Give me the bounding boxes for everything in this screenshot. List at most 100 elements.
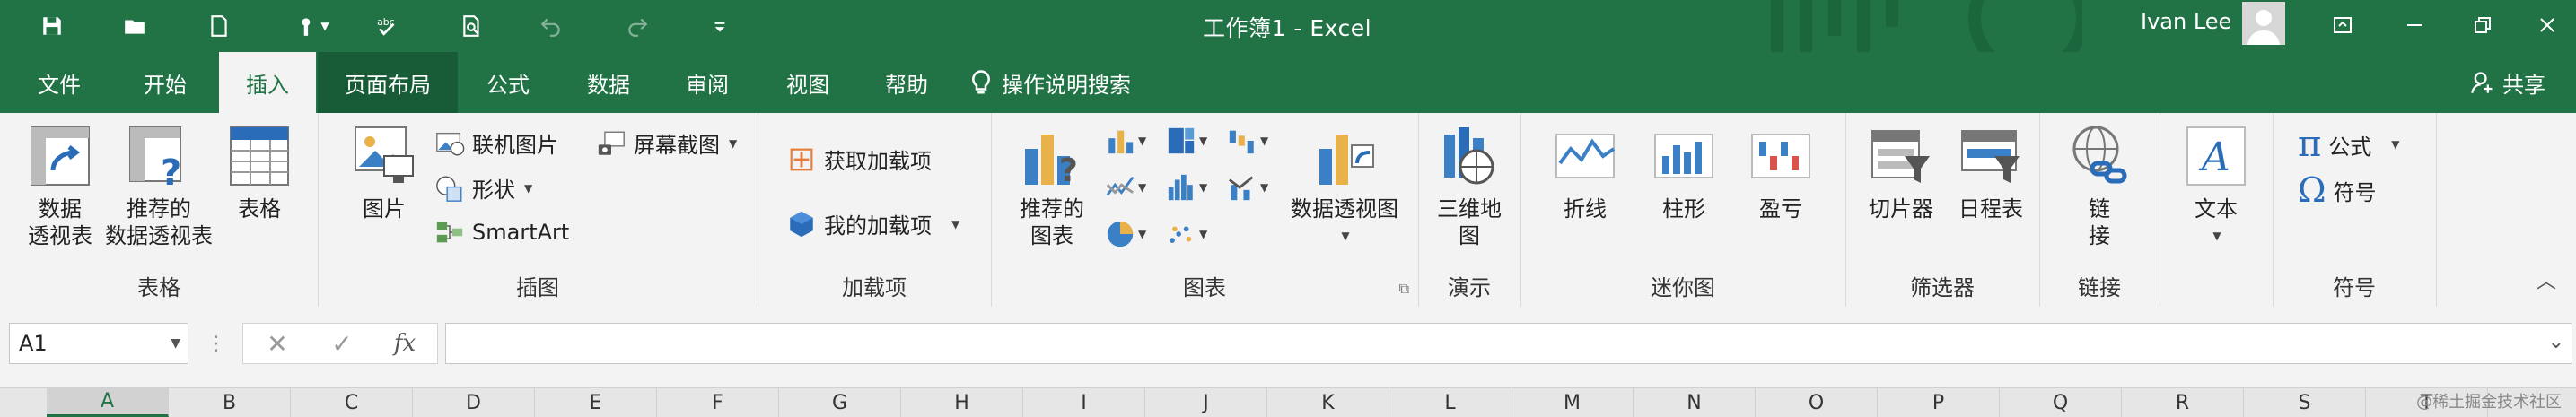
- shapes-button[interactable]: 形状 ▼: [434, 172, 532, 204]
- column-header-r[interactable]: R: [2122, 388, 2244, 417]
- formula-bar-grip-icon[interactable]: ⋮: [203, 323, 230, 364]
- group-label-tables: 表格: [137, 275, 180, 300]
- text-icon: A: [2186, 126, 2246, 186]
- column-header-o[interactable]: O: [1756, 388, 1878, 417]
- svg-text:?: ?: [161, 152, 181, 188]
- hierarchy-chart-dropdown[interactable]: ▼: [1165, 124, 1210, 158]
- tab-home[interactable]: 开始: [122, 52, 208, 113]
- column-header-a[interactable]: A: [47, 388, 169, 417]
- undo-icon[interactable]: [531, 9, 571, 43]
- statistic-chart-dropdown[interactable]: ▼: [1165, 170, 1210, 204]
- table-label: 表格: [238, 196, 281, 222]
- tab-data[interactable]: 数据: [565, 52, 652, 113]
- formula-input[interactable]: ⌄: [445, 323, 2572, 364]
- recommended-charts-button[interactable]: ? 推荐的 图表: [1009, 124, 1095, 249]
- touch-mode-icon[interactable]: ▼: [285, 9, 339, 43]
- user-name[interactable]: Ivan Lee: [2141, 9, 2231, 34]
- tab-file[interactable]: 文件: [16, 52, 102, 113]
- pivot-table-button[interactable]: 数据 透视表: [22, 124, 99, 249]
- save-icon[interactable]: [32, 9, 72, 43]
- my-addins-button[interactable]: 我的加载项 ▼: [786, 208, 959, 239]
- cancel-icon[interactable]: ✕: [257, 323, 298, 364]
- column-header-l[interactable]: L: [1389, 388, 1511, 417]
- column-header-p[interactable]: P: [1878, 388, 2000, 417]
- column-header-q[interactable]: Q: [2000, 388, 2122, 417]
- pictures-button[interactable]: 图片: [341, 124, 427, 222]
- tell-me-search[interactable]: 操作说明搜索: [968, 52, 1131, 113]
- expand-formula-bar-icon[interactable]: ⌄: [2548, 331, 2564, 353]
- close-icon[interactable]: [2529, 9, 2565, 41]
- screenshot-button[interactable]: 屏幕截图 ▼: [596, 127, 737, 159]
- link-button[interactable]: 链 接: [2059, 124, 2140, 249]
- watermark: @稀土掘金技术社区: [2416, 393, 2562, 412]
- recommended-pivot-button[interactable]: ? 推荐的 数据透视表: [101, 124, 217, 249]
- tab-insert[interactable]: 插入: [219, 52, 316, 113]
- redo-icon[interactable]: [618, 9, 657, 43]
- group-symbols: π 公式 ▼ Ω 符号 符号: [2273, 113, 2437, 307]
- lightbulb-icon: [972, 70, 990, 94]
- insert-function-icon[interactable]: fx: [384, 323, 425, 364]
- sparkline-column-button[interactable]: 柱形: [1648, 124, 1720, 222]
- scatter-chart-dropdown[interactable]: ▼: [1165, 217, 1210, 251]
- ribbon-display-options-icon[interactable]: [2325, 9, 2361, 41]
- name-box[interactable]: A1 ▼: [9, 323, 188, 364]
- restore-icon[interactable]: [2465, 9, 2501, 41]
- column-header-h[interactable]: H: [901, 388, 1023, 417]
- line-chart-dropdown[interactable]: ▼: [1104, 170, 1149, 204]
- collapse-ribbon-icon[interactable]: ︿: [2537, 265, 2556, 294]
- sparkline-line-button[interactable]: 折线: [1549, 124, 1621, 222]
- column-header-m[interactable]: M: [1511, 388, 1634, 417]
- column-header-f[interactable]: F: [657, 388, 779, 417]
- open-folder-icon[interactable]: [115, 9, 154, 43]
- column-header-b[interactable]: B: [169, 388, 291, 417]
- column-header-n[interactable]: N: [1634, 388, 1756, 417]
- name-box-dropdown-icon[interactable]: ▼: [171, 336, 180, 351]
- tab-view[interactable]: 视图: [765, 52, 851, 113]
- waterfall-chart-icon: [1229, 130, 1254, 154]
- waterfall-chart-dropdown[interactable]: ▼: [1226, 124, 1271, 158]
- pivot-chart-icon: [1319, 135, 1374, 185]
- column-header-k[interactable]: K: [1267, 388, 1389, 417]
- tab-review[interactable]: 审阅: [664, 52, 750, 113]
- recommended-pivot-icon: ?: [129, 126, 181, 188]
- timeline-button[interactable]: 日程表: [1946, 124, 2036, 222]
- new-document-icon[interactable]: [199, 9, 239, 43]
- tab-help[interactable]: 帮助: [863, 52, 950, 113]
- symbol-button[interactable]: Ω 符号: [2298, 170, 2377, 210]
- minimize-icon[interactable]: [2396, 9, 2432, 41]
- pie-chart-dropdown[interactable]: ▼: [1104, 217, 1149, 251]
- tell-me-label: 操作说明搜索: [1002, 72, 1131, 98]
- tab-page-layout[interactable]: 页面布局: [318, 52, 458, 113]
- column-header-i[interactable]: I: [1023, 388, 1145, 417]
- my-addins-icon: [790, 211, 813, 237]
- enter-check-icon[interactable]: ✓: [321, 323, 363, 364]
- avatar[interactable]: [2242, 2, 2285, 45]
- charts-dialog-launcher-icon[interactable]: ⧉: [1399, 280, 1409, 298]
- group-tours: 三维地 图 演示: [1418, 113, 1521, 307]
- spelling-check-icon[interactable]: abc: [368, 9, 407, 43]
- column-header-c[interactable]: C: [291, 388, 413, 417]
- smartart-button[interactable]: SmartArt: [434, 217, 569, 248]
- shapes-icon: [436, 176, 462, 202]
- sparkline-winloss-button[interactable]: 盈亏: [1745, 124, 1817, 222]
- map-3d-button[interactable]: 三维地 图: [1429, 124, 1510, 249]
- get-addins-button[interactable]: 获取加载项: [786, 143, 932, 175]
- column-header-s[interactable]: S: [2244, 388, 2366, 417]
- customize-quick-access-icon[interactable]: [700, 9, 740, 43]
- equation-button[interactable]: π 公式 ▼: [2298, 124, 2400, 165]
- combo-chart-dropdown[interactable]: ▼: [1226, 170, 1271, 204]
- column-header-d[interactable]: D: [413, 388, 535, 417]
- text-button[interactable]: A 文本 ▼: [2177, 124, 2255, 249]
- column-header-g[interactable]: G: [779, 388, 901, 417]
- column-header-e[interactable]: E: [535, 388, 657, 417]
- print-preview-icon[interactable]: [452, 9, 492, 43]
- tab-formulas[interactable]: 公式: [467, 52, 549, 113]
- online-pictures-button[interactable]: 联机图片: [434, 127, 558, 159]
- select-all-corner[interactable]: [0, 388, 48, 417]
- slicer-button[interactable]: 切片器: [1856, 124, 1946, 222]
- column-chart-dropdown[interactable]: ▼: [1104, 124, 1149, 158]
- share-button[interactable]: 共享: [2470, 52, 2545, 113]
- pivot-chart-button[interactable]: 数据透视图 ▼: [1282, 124, 1407, 249]
- table-button[interactable]: 表格: [221, 124, 298, 222]
- column-header-j[interactable]: J: [1145, 388, 1267, 417]
